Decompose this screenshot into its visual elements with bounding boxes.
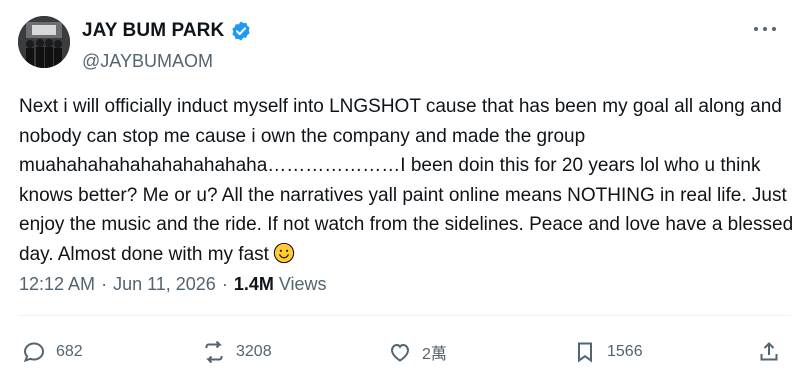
bookmark-button[interactable]: 1566 bbox=[573, 340, 643, 364]
heart-icon bbox=[390, 343, 410, 362]
divider bbox=[19, 315, 791, 316]
more-options-icon[interactable] bbox=[754, 22, 776, 36]
author-display-name[interactable]: JAY BUM PARK bbox=[82, 20, 224, 42]
action-bar: 682 3208 2萬 1566 bbox=[0, 340, 810, 370]
reply-icon bbox=[23, 342, 45, 363]
views-label: Views bbox=[278, 274, 327, 294]
views-count: 1.4M bbox=[233, 274, 274, 294]
repost-button[interactable]: 3208 bbox=[202, 340, 272, 364]
tweet-date[interactable]: Jun 11, 2026 bbox=[113, 274, 216, 295]
repost-icon bbox=[205, 340, 223, 364]
tweet-time[interactable]: 12:12 AM bbox=[19, 274, 95, 295]
author-handle[interactable]: @JAYBUMAOM bbox=[82, 51, 213, 72]
tweet-text: Next i will officially induct myself int… bbox=[19, 92, 794, 269]
verified-badge-icon bbox=[230, 20, 252, 42]
tweet-card: JAY BUM PARK @JAYBUMAOM Next i will offi… bbox=[0, 0, 810, 390]
avatar[interactable] bbox=[18, 16, 70, 68]
like-count: 2萬 bbox=[422, 346, 447, 363]
meta-separator-2: · bbox=[221, 274, 228, 294]
like-button[interactable]: 2萬 bbox=[388, 340, 447, 364]
smiling-face-icon bbox=[273, 242, 295, 264]
bookmark-icon bbox=[578, 342, 592, 363]
share-button[interactable] bbox=[757, 340, 781, 364]
author-name-row: JAY BUM PARK bbox=[82, 20, 252, 42]
tweet-meta: 12:12 AM · Jun 11, 2026 · 1.4M Views bbox=[19, 274, 327, 295]
bookmark-count: 1566 bbox=[607, 343, 643, 360]
meta-separator: · bbox=[101, 274, 108, 294]
share-icon bbox=[760, 342, 778, 361]
tweet-text-content: Next i will officially induct myself int… bbox=[19, 96, 799, 265]
repost-count: 3208 bbox=[236, 343, 272, 360]
reply-button[interactable]: 682 bbox=[22, 340, 83, 364]
reply-count: 682 bbox=[56, 343, 83, 360]
